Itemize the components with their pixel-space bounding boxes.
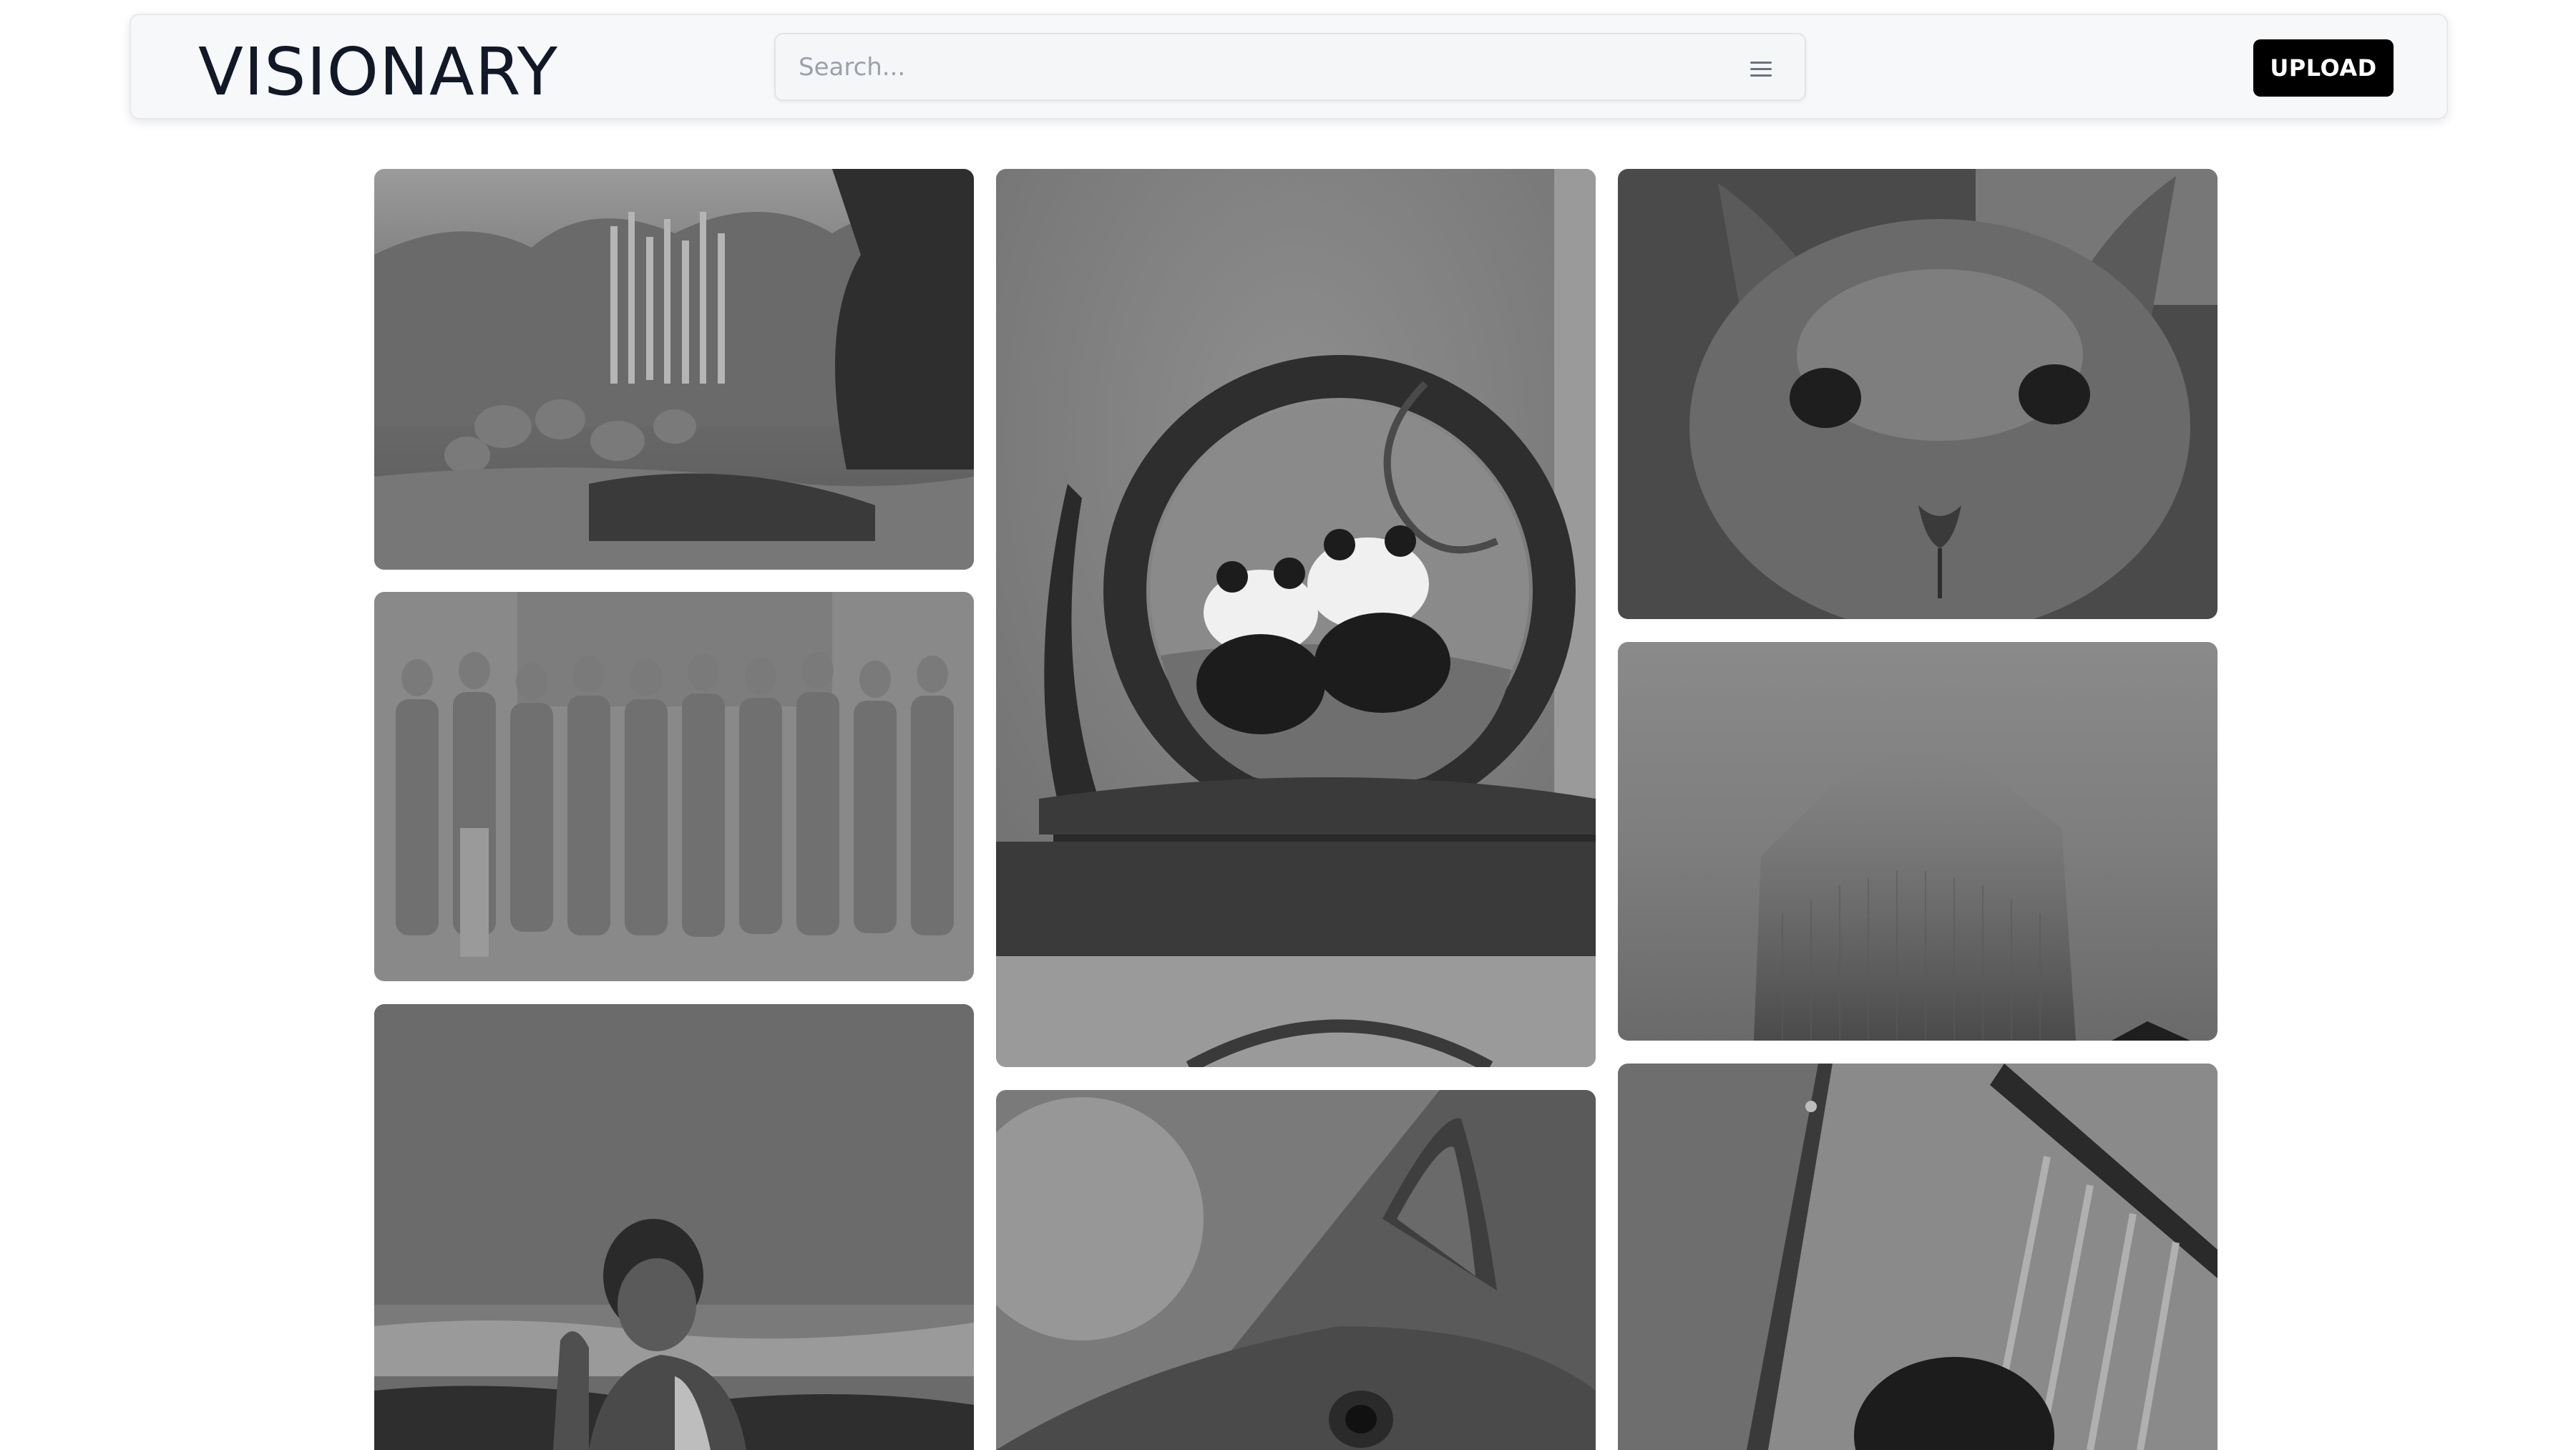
photo-cat-ear[interactable] [996,1090,1596,1450]
search-box [774,33,1806,101]
photo-cat-face[interactable] [1618,169,2218,619]
search-input[interactable] [797,47,1727,87]
photo-building-fog[interactable] [1618,642,2218,1041]
photo-group[interactable] [374,592,974,981]
photo-person-window[interactable] [1618,1064,2218,1450]
photo-panda-screen[interactable] [996,169,1596,1067]
upload-button[interactable]: UPLOAD [2253,39,2394,97]
photo-cactus-garden[interactable] [374,169,974,570]
photo-person-beach[interactable] [374,1004,974,1450]
top-navbar: VISIONARY UPLOAD [130,14,2448,120]
menu-icon[interactable] [1750,62,1772,77]
site-logo[interactable]: VISIONARY [198,39,558,105]
